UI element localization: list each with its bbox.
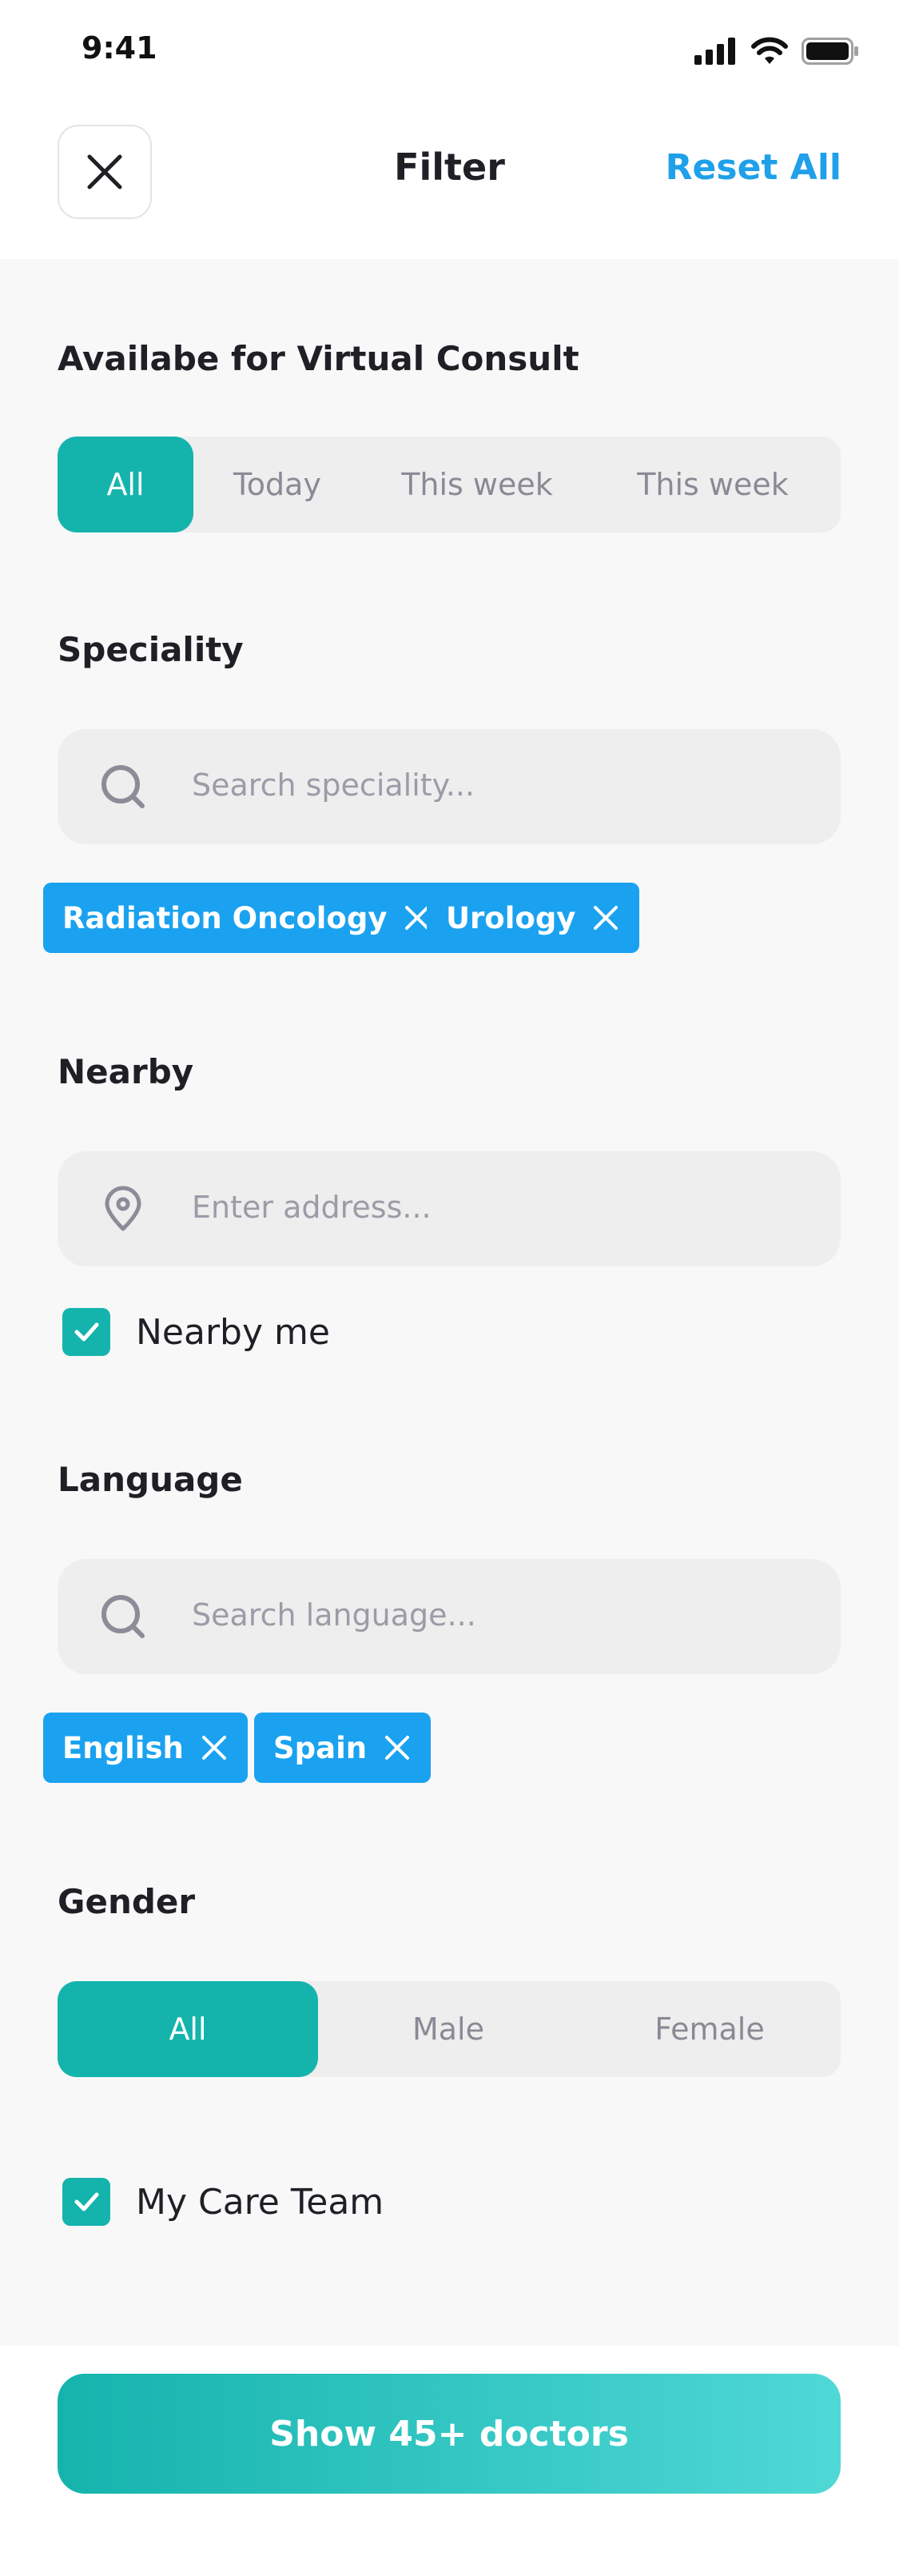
language-search-input[interactable]: Search language... xyxy=(58,1559,841,1674)
chip-label: Radiation Oncology xyxy=(62,900,388,935)
address-placeholder: Enter address... xyxy=(192,1190,432,1225)
care-team-checkbox[interactable] xyxy=(62,2178,110,2226)
status-bar: 9:41 xyxy=(0,0,899,96)
remove-chip-icon[interactable] xyxy=(591,903,620,932)
status-icons xyxy=(694,37,859,66)
chip-label: Spain xyxy=(273,1730,368,1765)
speciality-search-input[interactable]: Search speciality... xyxy=(58,729,841,844)
checkmark-icon xyxy=(74,2192,99,2211)
address-input[interactable]: Enter address... xyxy=(58,1151,841,1266)
virtual-consult-option-all[interactable]: All xyxy=(58,437,193,532)
nearby-me-label: Nearby me xyxy=(136,1311,330,1353)
language-title: Language xyxy=(58,1460,243,1499)
nearby-me-checkbox-row[interactable]: Nearby me xyxy=(62,1308,330,1356)
speciality-search-placeholder: Search speciality... xyxy=(192,768,475,803)
speciality-title: Speciality xyxy=(58,630,244,669)
virtual-consult-option-this-week-2[interactable]: This week xyxy=(593,437,833,532)
virtual-consult-option-this-week[interactable]: This week xyxy=(361,437,593,532)
speciality-chip[interactable]: Urology xyxy=(427,883,640,953)
virtual-consult-title: Availabe for Virtual Consult xyxy=(58,339,579,378)
nearby-me-checkbox[interactable] xyxy=(62,1308,110,1356)
gender-title: Gender xyxy=(58,1882,196,1921)
cellular-signal-icon xyxy=(694,38,735,65)
language-chip[interactable]: Spain xyxy=(254,1713,432,1783)
care-team-checkbox-row[interactable]: My Care Team xyxy=(62,2178,384,2226)
care-team-label: My Care Team xyxy=(136,2181,384,2223)
checkmark-icon xyxy=(74,1322,99,1342)
remove-chip-icon[interactable] xyxy=(383,1733,412,1762)
filter-content: Availabe for Virtual Consult All Today T… xyxy=(0,259,899,2346)
remove-chip-icon[interactable] xyxy=(200,1733,229,1762)
language-chip[interactable]: English xyxy=(43,1713,248,1783)
chip-label: Urology xyxy=(446,900,576,935)
search-icon xyxy=(101,765,145,808)
gender-segmented: All Male Female xyxy=(58,1981,841,2077)
gender-option-male[interactable]: Male xyxy=(318,1981,579,2077)
virtual-consult-segmented: All Today This week This week xyxy=(58,437,841,532)
battery-icon xyxy=(802,38,858,65)
gender-option-female[interactable]: Female xyxy=(579,1981,841,2077)
header: Filter Reset All xyxy=(0,96,899,259)
search-icon xyxy=(101,1595,145,1638)
gender-option-all[interactable]: All xyxy=(58,1981,318,2077)
status-time: 9:41 xyxy=(82,30,157,66)
speciality-chip[interactable]: Radiation Oncology xyxy=(43,883,451,953)
location-pin-icon xyxy=(105,1186,141,1231)
nearby-title: Nearby xyxy=(58,1052,194,1091)
show-doctors-button[interactable]: Show 45+ doctors xyxy=(58,2374,841,2494)
reset-all-button[interactable]: Reset All xyxy=(666,147,841,188)
wifi-icon xyxy=(751,37,788,64)
footer: Show 45+ doctors xyxy=(0,2346,899,2576)
language-search-placeholder: Search language... xyxy=(192,1597,476,1633)
chip-label: English xyxy=(62,1730,184,1765)
virtual-consult-option-today[interactable]: Today xyxy=(193,437,361,532)
